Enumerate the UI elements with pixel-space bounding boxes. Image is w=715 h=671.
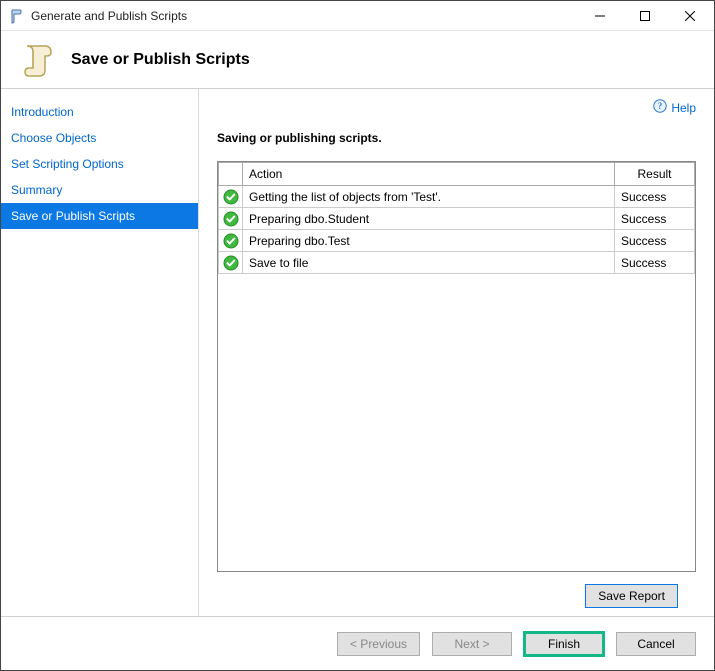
help-label: Help — [671, 101, 696, 115]
success-icon — [219, 230, 243, 252]
footer: < Previous Next > Finish Cancel — [1, 616, 714, 670]
status-text: Saving or publishing scripts. — [217, 131, 696, 145]
help-icon: ? — [653, 99, 667, 116]
scroll-icon — [17, 40, 57, 80]
action-cell: Preparing dbo.Student — [243, 208, 615, 230]
action-cell: Getting the list of objects from 'Test'. — [243, 186, 615, 208]
col-action: Action — [243, 163, 615, 186]
sidebar-item-label: Choose Objects — [11, 131, 96, 145]
action-cell: Preparing dbo.Test — [243, 230, 615, 252]
action-cell: Save to file — [243, 252, 615, 274]
result-cell: Success — [615, 186, 695, 208]
success-icon — [219, 252, 243, 274]
sidebar-item-set-scripting-options[interactable]: Set Scripting Options — [1, 151, 198, 177]
titlebar: Generate and Publish Scripts — [1, 1, 714, 31]
main-pane: ? Help Saving or publishing scripts. Act… — [199, 89, 714, 616]
header-banner: Save or Publish Scripts — [1, 31, 714, 89]
sidebar-item-introduction[interactable]: Introduction — [1, 99, 198, 125]
svg-text:?: ? — [658, 101, 663, 111]
help-link[interactable]: ? Help — [653, 99, 696, 116]
sidebar-item-label: Save or Publish Scripts — [11, 209, 135, 223]
result-cell: Success — [615, 252, 695, 274]
window-controls — [577, 1, 712, 30]
result-cell: Success — [615, 208, 695, 230]
progress-grid: Action Result Getting the list of object… — [217, 161, 696, 572]
success-icon — [219, 208, 243, 230]
table-row: Preparing dbo.StudentSuccess — [219, 208, 695, 230]
success-icon — [219, 186, 243, 208]
sidebar-item-label: Summary — [11, 183, 62, 197]
content: Introduction Choose Objects Set Scriptin… — [1, 89, 714, 616]
sidebar-item-label: Set Scripting Options — [11, 157, 124, 171]
sidebar-item-save-or-publish[interactable]: Save or Publish Scripts — [1, 203, 198, 229]
close-button[interactable] — [667, 1, 712, 30]
sidebar: Introduction Choose Objects Set Scriptin… — [1, 89, 199, 616]
sidebar-item-label: Introduction — [11, 105, 74, 119]
save-report-button[interactable]: Save Report — [585, 584, 678, 608]
table-row: Save to fileSuccess — [219, 252, 695, 274]
finish-button[interactable]: Finish — [524, 632, 604, 656]
sidebar-item-choose-objects[interactable]: Choose Objects — [1, 125, 198, 151]
minimize-button[interactable] — [577, 1, 622, 30]
col-icon — [219, 163, 243, 186]
table-row: Preparing dbo.TestSuccess — [219, 230, 695, 252]
cancel-button[interactable]: Cancel — [616, 632, 696, 656]
page-title: Save or Publish Scripts — [71, 51, 250, 69]
col-result: Result — [615, 163, 695, 186]
next-button: Next > — [432, 632, 512, 656]
sidebar-item-summary[interactable]: Summary — [1, 177, 198, 203]
table-row: Getting the list of objects from 'Test'.… — [219, 186, 695, 208]
window-title: Generate and Publish Scripts — [31, 9, 577, 23]
maximize-button[interactable] — [622, 1, 667, 30]
app-icon — [9, 8, 25, 24]
result-cell: Success — [615, 230, 695, 252]
previous-button[interactable]: < Previous — [337, 632, 420, 656]
